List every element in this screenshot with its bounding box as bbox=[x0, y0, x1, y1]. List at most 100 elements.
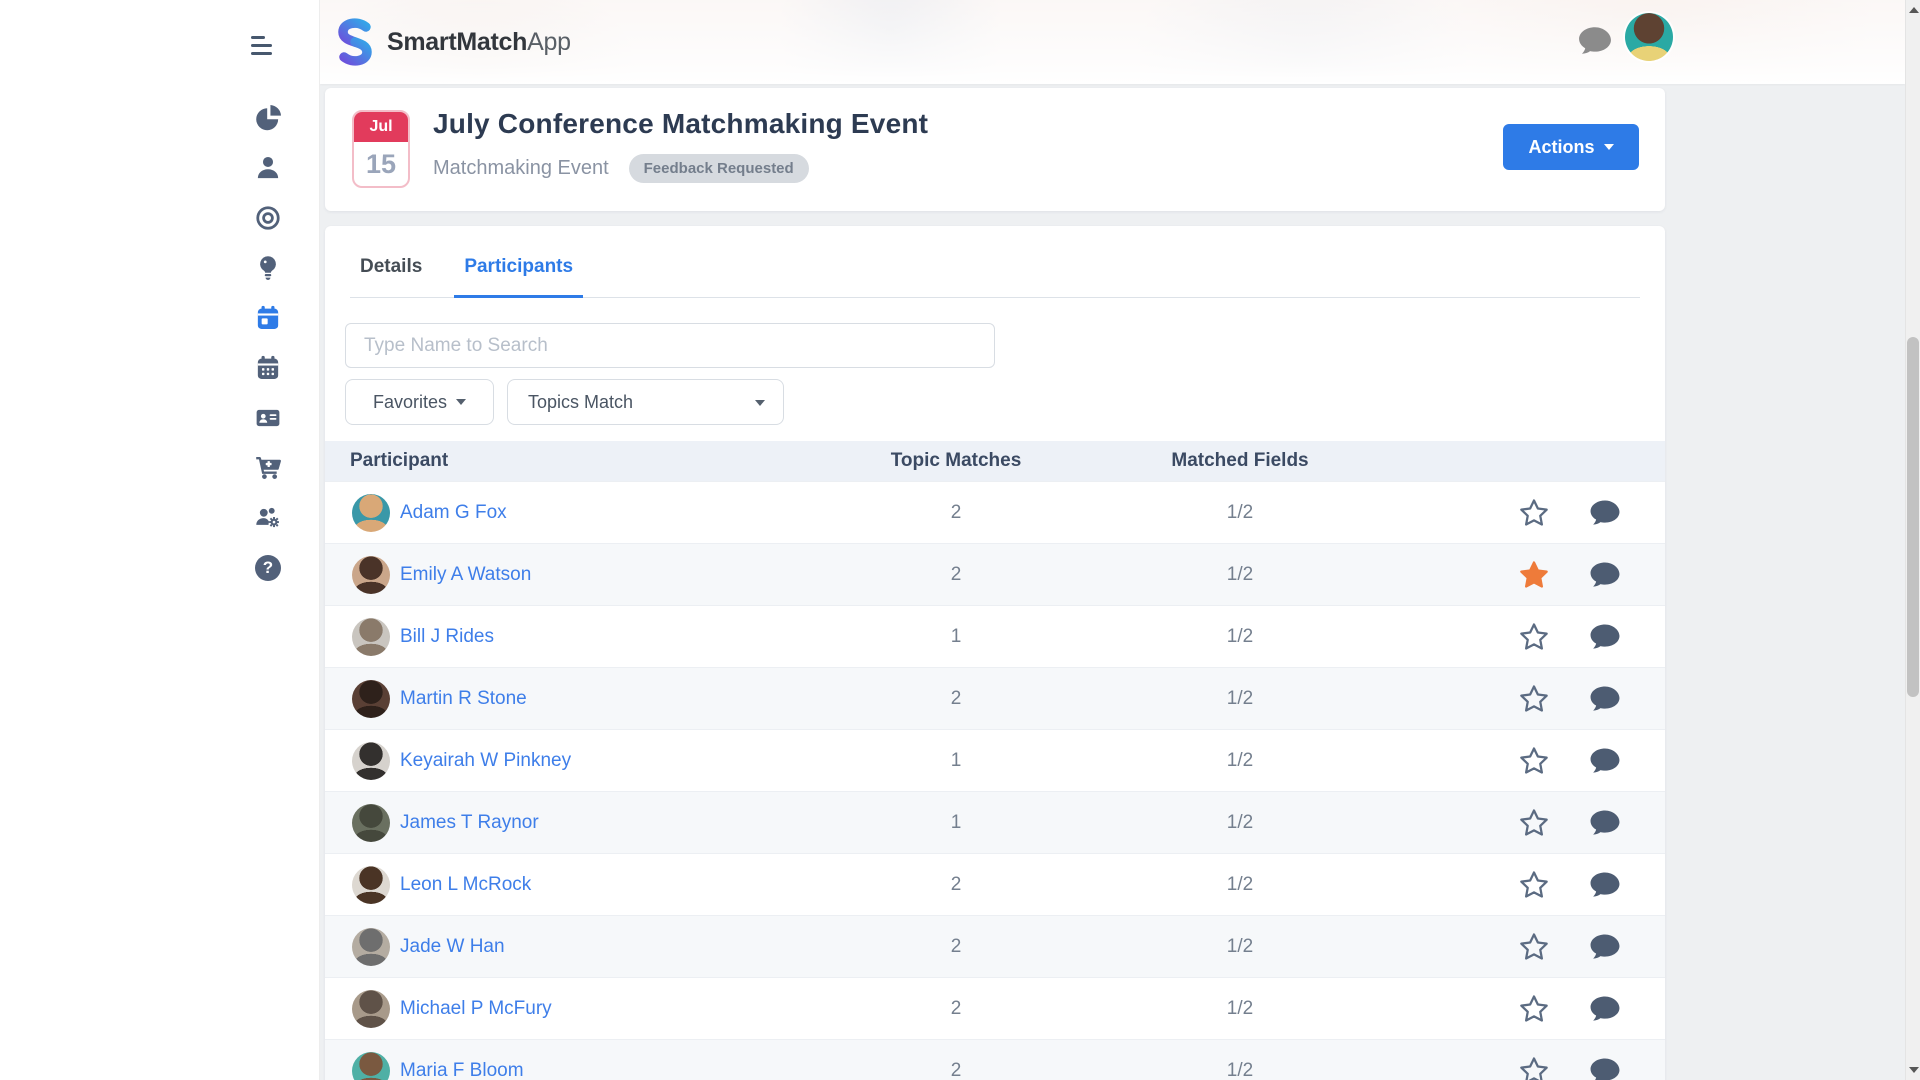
message-participant-icon[interactable] bbox=[1590, 933, 1621, 960]
participant-avatar bbox=[352, 990, 390, 1028]
event-date-badge: Jul 15 bbox=[352, 110, 410, 188]
app-logo[interactable]: SmartMatchApp bbox=[333, 17, 571, 67]
topic-matches-value: 2 bbox=[951, 1040, 962, 1080]
message-participant-icon[interactable] bbox=[1590, 995, 1621, 1022]
message-participant-icon[interactable] bbox=[1590, 1057, 1621, 1080]
favorite-star-icon[interactable] bbox=[1518, 621, 1550, 653]
cart-plus-icon bbox=[255, 455, 281, 481]
sidebar-item-memberships[interactable] bbox=[255, 405, 281, 431]
sidebar-item-calendar[interactable] bbox=[255, 355, 281, 381]
sidebar-item-events[interactable] bbox=[255, 305, 281, 331]
tab-participants[interactable]: Participants bbox=[454, 248, 583, 298]
favorite-star-icon[interactable] bbox=[1518, 807, 1550, 839]
participants-table: Participant Topic Matches Matched Fields… bbox=[325, 441, 1665, 1080]
message-participant-icon[interactable] bbox=[1590, 623, 1621, 650]
participant-name-link[interactable]: Bill J Rides bbox=[400, 606, 494, 668]
participant-name-link[interactable]: Leon L McRock bbox=[400, 854, 531, 916]
event-header-card: Jul 15 July Conference Matchmaking Event… bbox=[325, 88, 1665, 211]
sidebar-item-clients[interactable] bbox=[255, 155, 281, 181]
lightbulb-icon bbox=[255, 255, 281, 281]
table-row: Jade W Han 2 1/2 bbox=[325, 915, 1665, 977]
topic-matches-value: 1 bbox=[951, 730, 962, 792]
sidebar-item-store[interactable] bbox=[255, 455, 281, 481]
participant-name-link[interactable]: Jade W Han bbox=[400, 916, 505, 978]
sidebar-item-matches[interactable] bbox=[255, 205, 281, 231]
matched-fields-value: 1/2 bbox=[1227, 606, 1253, 668]
favorite-star-icon[interactable] bbox=[1518, 1055, 1550, 1080]
app-screen: ? SmartMatchApp Ju bbox=[0, 0, 1920, 1080]
topic-matches-value: 2 bbox=[951, 978, 962, 1040]
users-gear-icon bbox=[255, 505, 281, 531]
event-date-month: Jul bbox=[354, 112, 408, 142]
participant-avatar bbox=[352, 494, 390, 532]
sidebar-item-help[interactable]: ? bbox=[255, 555, 281, 581]
favorite-star-icon[interactable] bbox=[1518, 745, 1550, 777]
event-date-day: 15 bbox=[354, 142, 408, 187]
vertical-scrollbar[interactable] bbox=[1905, 0, 1920, 1080]
matched-fields-value: 1/2 bbox=[1227, 668, 1253, 730]
target-icon bbox=[255, 205, 281, 231]
favorite-star-icon[interactable] bbox=[1518, 931, 1550, 963]
participant-name-link[interactable]: Adam G Fox bbox=[400, 482, 507, 544]
participants-card: Details Participants Favorites Topics Ma… bbox=[325, 226, 1665, 1080]
favorite-star-icon[interactable] bbox=[1518, 559, 1550, 591]
topics-match-select[interactable]: Topics Match bbox=[507, 379, 784, 425]
scrollbar-up-arrow[interactable] bbox=[1909, 7, 1919, 13]
message-participant-icon[interactable] bbox=[1590, 747, 1621, 774]
table-header-row: Participant Topic Matches Matched Fields bbox=[325, 441, 1665, 481]
message-participant-icon[interactable] bbox=[1590, 561, 1621, 588]
status-badge: Feedback Requested bbox=[629, 154, 809, 183]
matched-fields-value: 1/2 bbox=[1227, 1040, 1253, 1080]
table-body: Adam G Fox 2 1/2 Emily A Watson 2 1/2 Bi… bbox=[325, 481, 1665, 1080]
participant-name-link[interactable]: James T Raynor bbox=[400, 792, 539, 854]
message-participant-icon[interactable] bbox=[1590, 809, 1621, 836]
icon-sidebar: ? bbox=[0, 0, 320, 1080]
topic-matches-value: 2 bbox=[951, 544, 962, 606]
favorite-star-icon[interactable] bbox=[1518, 993, 1550, 1025]
participant-name-link[interactable]: Michael P McFury bbox=[400, 978, 552, 1040]
sidebar-item-insights[interactable] bbox=[255, 255, 281, 281]
participant-avatar bbox=[352, 1052, 390, 1080]
actions-button[interactable]: Actions bbox=[1503, 124, 1639, 170]
participant-avatar bbox=[352, 556, 390, 594]
participant-avatar bbox=[352, 680, 390, 718]
chat-bubble-icon[interactable] bbox=[1578, 26, 1612, 56]
column-header-matched-fields: Matched Fields bbox=[1171, 441, 1308, 481]
sidebar-item-dashboard[interactable] bbox=[255, 105, 281, 131]
participant-name-link[interactable]: Emily A Watson bbox=[400, 544, 531, 606]
favorite-star-icon[interactable] bbox=[1518, 683, 1550, 715]
pie-chart-icon bbox=[255, 105, 281, 131]
smartmatch-logo-icon bbox=[333, 17, 377, 67]
sidebar-item-user-management[interactable] bbox=[255, 505, 281, 531]
message-participant-icon[interactable] bbox=[1590, 499, 1621, 526]
caret-down-icon bbox=[755, 400, 765, 406]
topic-matches-value: 1 bbox=[951, 792, 962, 854]
caret-down-icon bbox=[456, 399, 466, 405]
tab-details[interactable]: Details bbox=[350, 248, 432, 298]
table-row: James T Raynor 1 1/2 bbox=[325, 791, 1665, 853]
topic-matches-value: 2 bbox=[951, 482, 962, 544]
table-row: Michael P McFury 2 1/2 bbox=[325, 977, 1665, 1039]
participant-name-link[interactable]: Martin R Stone bbox=[400, 668, 527, 730]
scrollbar-thumb[interactable] bbox=[1907, 337, 1919, 697]
participant-name-link[interactable]: Keyairah W Pinkney bbox=[400, 730, 571, 792]
event-subtitle-row: Matchmaking Event Feedback Requested bbox=[433, 154, 809, 183]
message-participant-icon[interactable] bbox=[1590, 685, 1621, 712]
participant-name-link[interactable]: Maria F Bloom bbox=[400, 1040, 524, 1080]
favorite-star-icon[interactable] bbox=[1518, 869, 1550, 901]
message-participant-icon[interactable] bbox=[1590, 871, 1621, 898]
matched-fields-value: 1/2 bbox=[1227, 482, 1253, 544]
event-type-label: Matchmaking Event bbox=[433, 157, 609, 180]
hamburger-menu-icon[interactable] bbox=[251, 36, 275, 56]
question-circle-icon: ? bbox=[255, 555, 281, 581]
person-icon bbox=[255, 155, 281, 181]
favorites-filter-dropdown[interactable]: Favorites bbox=[345, 379, 494, 425]
user-avatar[interactable] bbox=[1625, 13, 1673, 61]
table-row: Bill J Rides 1 1/2 bbox=[325, 605, 1665, 667]
participant-avatar bbox=[352, 742, 390, 780]
search-input[interactable] bbox=[345, 323, 995, 368]
scrollbar-down-arrow[interactable] bbox=[1909, 1067, 1919, 1073]
participant-avatar bbox=[352, 618, 390, 656]
favorite-star-icon[interactable] bbox=[1518, 497, 1550, 529]
topic-matches-value: 2 bbox=[951, 916, 962, 978]
